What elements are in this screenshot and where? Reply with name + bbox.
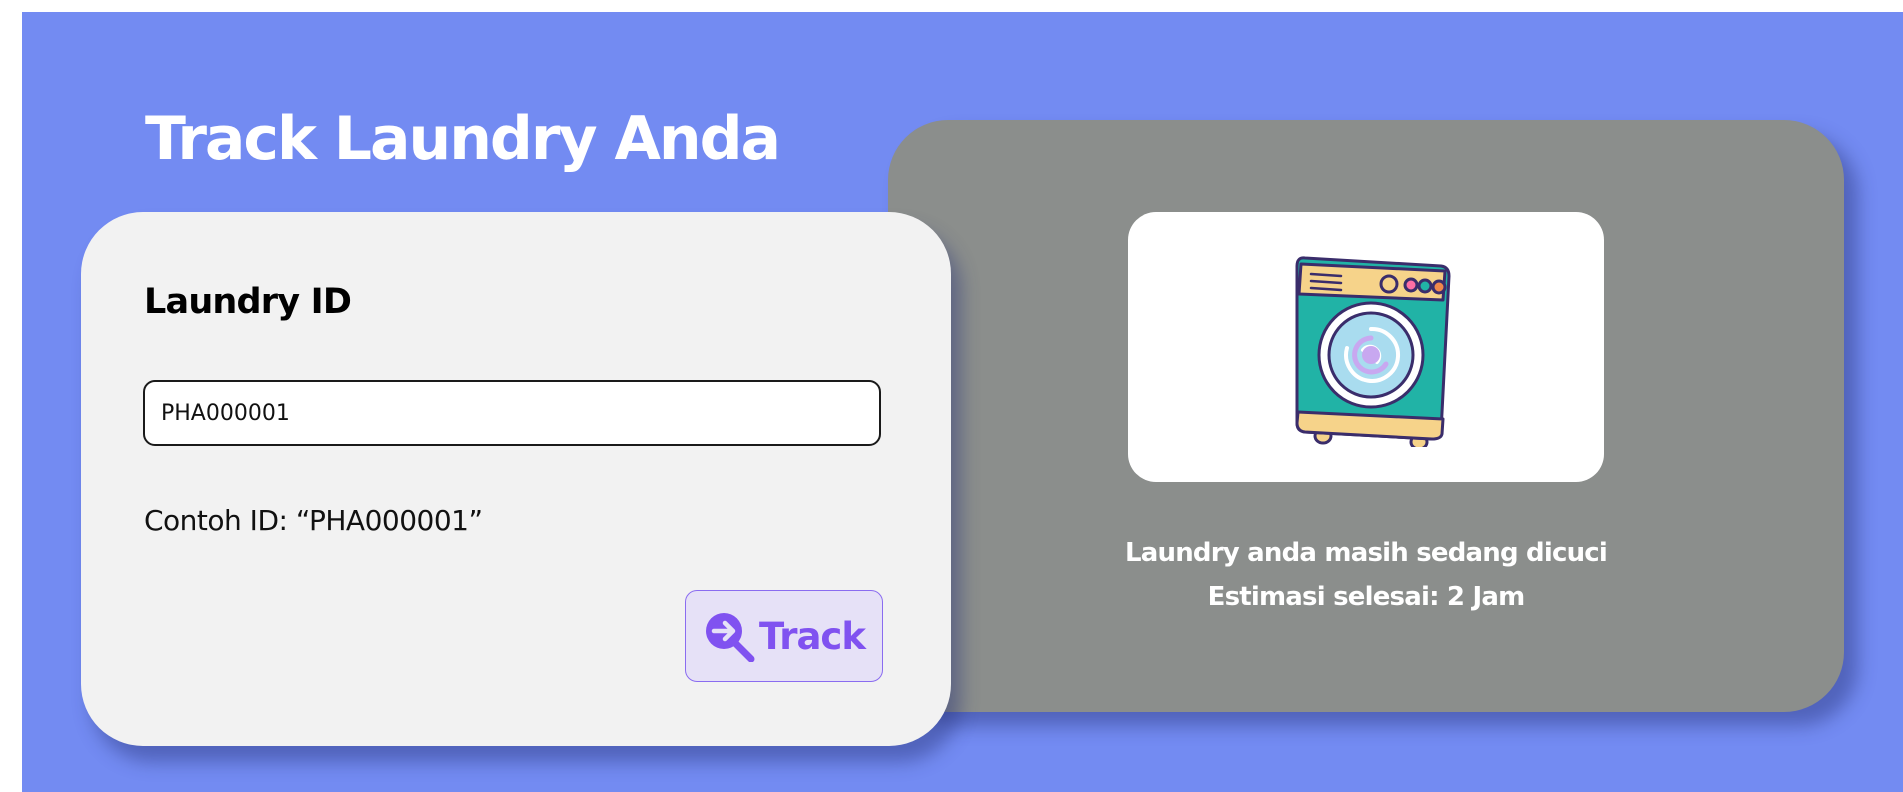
laundry-id-input[interactable] bbox=[143, 380, 881, 446]
page-title: Track Laundry Anda bbox=[145, 104, 781, 174]
page-background: Track Laundry Anda Laundry anda masih se… bbox=[22, 12, 1903, 792]
track-button[interactable]: Track bbox=[685, 590, 883, 682]
laundry-id-label: Laundry ID bbox=[144, 282, 352, 322]
status-card: Laundry anda masih sedang dicuci Estimas… bbox=[888, 120, 1844, 712]
track-button-label: Track bbox=[759, 614, 866, 658]
status-estimate: Estimasi selesai: 2 Jam bbox=[1207, 582, 1526, 612]
washing-machine-icon bbox=[1295, 256, 1451, 447]
track-form-card: Laundry ID Contoh ID: “PHA000001” Track bbox=[81, 212, 951, 746]
search-arrow-icon bbox=[706, 613, 755, 662]
illustration-box bbox=[1128, 212, 1604, 482]
example-id-hint: Contoh ID: “PHA000001” bbox=[144, 504, 483, 537]
status-message: Laundry anda masih sedang dicuci bbox=[1124, 538, 1608, 568]
